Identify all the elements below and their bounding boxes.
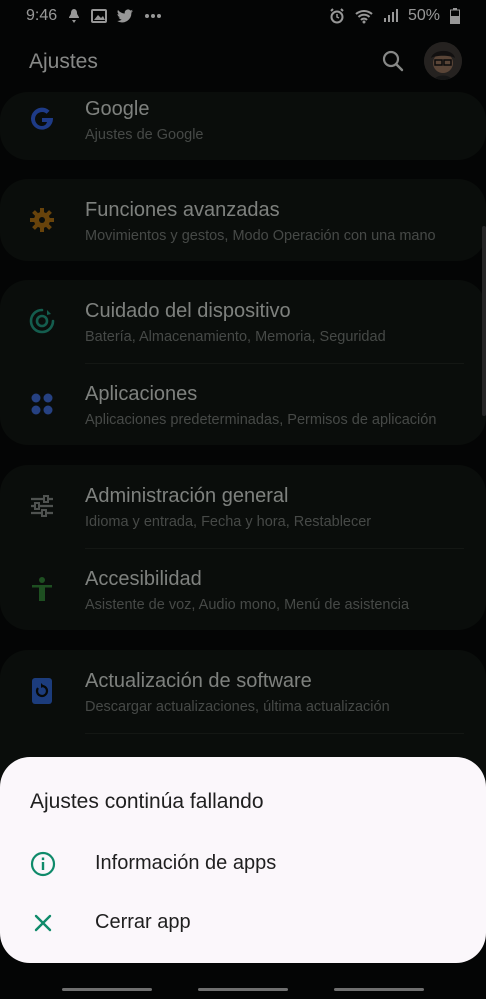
- error-dialog: Ajustes continúa fallando Información de…: [0, 757, 486, 963]
- close-app-option[interactable]: Cerrar app: [0, 896, 486, 952]
- nav-back-handle[interactable]: [334, 988, 424, 991]
- option-label: Información de apps: [95, 852, 277, 874]
- app-info-option[interactable]: Información de apps: [0, 837, 486, 893]
- info-icon: [30, 851, 56, 877]
- nav-home-handle[interactable]: [198, 988, 288, 991]
- nav-recents-handle[interactable]: [62, 988, 152, 991]
- navigation-bar: [0, 975, 486, 999]
- close-icon: [30, 910, 56, 936]
- option-label: Cerrar app: [95, 911, 191, 933]
- dialog-title: Ajustes continúa fallando: [30, 790, 264, 813]
